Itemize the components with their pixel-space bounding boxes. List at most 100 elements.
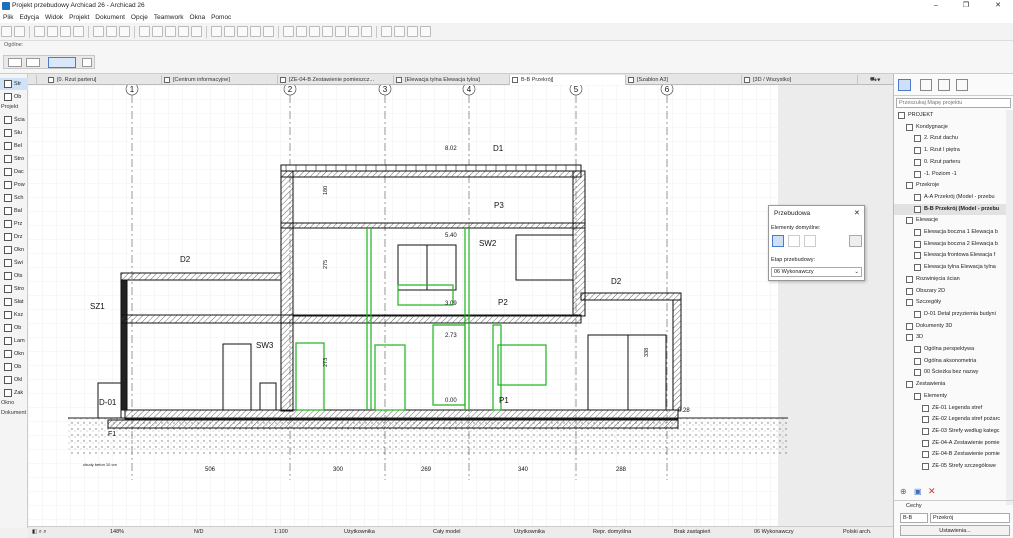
- navigator-item[interactable]: ZE-03 Strefy według kategc: [894, 426, 1006, 437]
- guide-icon[interactable]: [165, 26, 176, 37]
- navigator-search-input[interactable]: Przeszukaj Mapę projektu: [896, 98, 1011, 108]
- tool-stro[interactable]: Stro: [0, 283, 28, 295]
- tool-ksz[interactable]: Ksz: [0, 309, 28, 321]
- navigator-item[interactable]: -1. Poziom -1: [894, 169, 1006, 180]
- model-view[interactable]: Cały model: [433, 529, 461, 535]
- maximize-button[interactable]: ❐: [951, 1, 981, 11]
- 3d-window-icon[interactable]: [283, 26, 294, 37]
- tool-okn[interactable]: Okn: [0, 244, 28, 256]
- toolbox-section-label[interactable]: Projekt: [1, 104, 18, 110]
- marquee-method-icon[interactable]: [26, 58, 40, 67]
- eyedropper-icon[interactable]: [60, 26, 71, 37]
- navigator-item[interactable]: Elewacja boczna 1 Elewacja b: [894, 227, 1006, 238]
- snap-icon[interactable]: [152, 26, 163, 37]
- navigator-item[interactable]: 0. Rzut parteru: [894, 157, 1006, 168]
- ungroup-icon[interactable]: [224, 26, 235, 37]
- tool-ob[interactable]: Ob: [0, 91, 28, 103]
- pick-mode-button[interactable]: [48, 57, 76, 68]
- menu-dokument[interactable]: Dokument: [92, 12, 128, 23]
- zoom-value[interactable]: 148%: [110, 529, 124, 535]
- tool-stro[interactable]: Stro: [0, 153, 28, 165]
- navigator-item[interactable]: B-B Przekrój (Model - przebu: [894, 203, 1006, 215]
- undo-view-icon[interactable]: ◧ ⌕ ⌕: [32, 529, 46, 536]
- drag-icon[interactable]: [73, 26, 84, 37]
- navigator-item[interactable]: PROJEKT: [894, 110, 1006, 121]
- tool-świ[interactable]: Świ: [0, 257, 28, 269]
- navigator-item[interactable]: Obszary 2D: [894, 286, 1006, 297]
- measure-icon[interactable]: [394, 26, 405, 37]
- pick-up-icon[interactable]: [34, 26, 45, 37]
- close-button[interactable]: ✕: [983, 1, 1013, 11]
- representation[interactable]: Repr. domyślna: [593, 529, 631, 535]
- floor-plan-icon[interactable]: [119, 26, 130, 37]
- redo-icon[interactable]: [14, 26, 25, 37]
- property-name-field[interactable]: Przekrój: [930, 513, 1010, 523]
- tool-zak[interactable]: Zak: [0, 387, 28, 399]
- navigator-item[interactable]: Ogólna perspektywa: [894, 344, 1006, 355]
- settings-button[interactable]: Ustawienia...: [900, 525, 1010, 536]
- zoom-out-icon[interactable]: [322, 26, 333, 37]
- undo-icon[interactable]: [1, 26, 12, 37]
- previous-zoom-icon[interactable]: [348, 26, 359, 37]
- tool-str[interactable]: Str: [0, 78, 28, 90]
- tool-słu[interactable]: Słu: [0, 127, 28, 139]
- navigator-item[interactable]: Ogólna aksonometria: [894, 356, 1006, 367]
- layer-combination[interactable]: Użytkownika: [344, 529, 375, 535]
- navigator-item[interactable]: ZE-04-B Zestawienie pomie: [894, 449, 1006, 460]
- layout-book-icon[interactable]: [938, 79, 950, 91]
- arrange-icon[interactable]: [250, 26, 261, 37]
- scale-value[interactable]: 1:100: [274, 529, 288, 535]
- toolbox-section-label[interactable]: Dokument: [1, 410, 26, 416]
- layers-icon[interactable]: [93, 26, 104, 37]
- tool-bal[interactable]: Bal: [0, 205, 28, 217]
- palette-close-icon[interactable]: ✕: [854, 209, 860, 217]
- navigator-item[interactable]: Szczegóły: [894, 297, 1006, 308]
- tool-słat[interactable]: Słat: [0, 296, 28, 308]
- navigator-item[interactable]: Zestawienia: [894, 379, 1006, 390]
- property-id-field[interactable]: B-B: [900, 513, 928, 523]
- tab-szablon-a3[interactable]: [Szablon A3]: [626, 75, 742, 85]
- menu-teamwork[interactable]: Teamwork: [151, 12, 187, 23]
- tool-dac[interactable]: Dac: [0, 166, 28, 178]
- tool-bel[interactable]: Bel: [0, 140, 28, 152]
- tool-ścia[interactable]: Ścia: [0, 114, 28, 126]
- toolbox-section-label[interactable]: Okno: [1, 400, 14, 406]
- lock-icon[interactable]: [191, 26, 202, 37]
- navigator-item[interactable]: Rozwinięcia ścian: [894, 274, 1006, 285]
- tool-sch[interactable]: Sch: [0, 192, 28, 204]
- suspend-groups-icon[interactable]: [237, 26, 248, 37]
- pen-set[interactable]: Użytkownika: [514, 529, 545, 535]
- navigator-item[interactable]: Elewacja tylna Elewacja tylna: [894, 262, 1006, 273]
- tool-okl[interactable]: Okl: [0, 374, 28, 386]
- tool-lam[interactable]: Lam: [0, 335, 28, 347]
- tab-grid-icon[interactable]: [31, 75, 37, 85]
- navigator-item[interactable]: 3D: [894, 332, 1006, 343]
- delete-icon[interactable]: ✕: [928, 486, 936, 497]
- orbit-icon[interactable]: [296, 26, 307, 37]
- tool-prz[interactable]: Prz: [0, 218, 28, 230]
- tab-3d-wszystko[interactable]: [3D / Wszystko]: [742, 75, 858, 85]
- phase-select[interactable]: 06 Wykonawczy ⌄: [771, 267, 862, 277]
- tab-przekroj-bb[interactable]: B-B Przekrój]: [510, 75, 626, 85]
- new-elements-icon[interactable]: [804, 235, 816, 247]
- menu-projekt[interactable]: Projekt: [66, 12, 92, 23]
- navigator-item[interactable]: 1. Rzut I piętra: [894, 145, 1006, 156]
- tab-centrum-informacyjne[interactable]: [Centrum informacyjne]: [162, 75, 278, 85]
- dimension-standard[interactable]: Polski arch.: [843, 529, 871, 535]
- inject-icon[interactable]: [47, 26, 58, 37]
- menu-opcje[interactable]: Opcje: [128, 12, 151, 23]
- navigator-item[interactable]: ZE-05 Strefy szczegółowe: [894, 461, 1006, 472]
- grid-icon[interactable]: [139, 26, 150, 37]
- properties-header[interactable]: Cechy: [894, 500, 1013, 510]
- fit-in-window-icon[interactable]: [335, 26, 346, 37]
- section-drawing-canvas[interactable]: 123456 D1 D2 D2 P3 SW2 P2 SZ1 SW3 P1 D-0…: [28, 85, 893, 526]
- tool-ob[interactable]: Ob: [0, 361, 28, 373]
- navigator-scrollbar[interactable]: [1006, 110, 1013, 505]
- tool-drz[interactable]: Drz: [0, 231, 28, 243]
- renovation-settings-icon[interactable]: [849, 235, 862, 247]
- tool-pow[interactable]: Pow: [0, 179, 28, 191]
- navigator-item[interactable]: ZE-04-A Zestawienie pomie: [894, 438, 1006, 449]
- rotation-value[interactable]: N/D: [194, 529, 203, 535]
- demolished-elements-icon[interactable]: [788, 235, 800, 247]
- navigator-item[interactable]: 2. Rzut dachu: [894, 133, 1006, 144]
